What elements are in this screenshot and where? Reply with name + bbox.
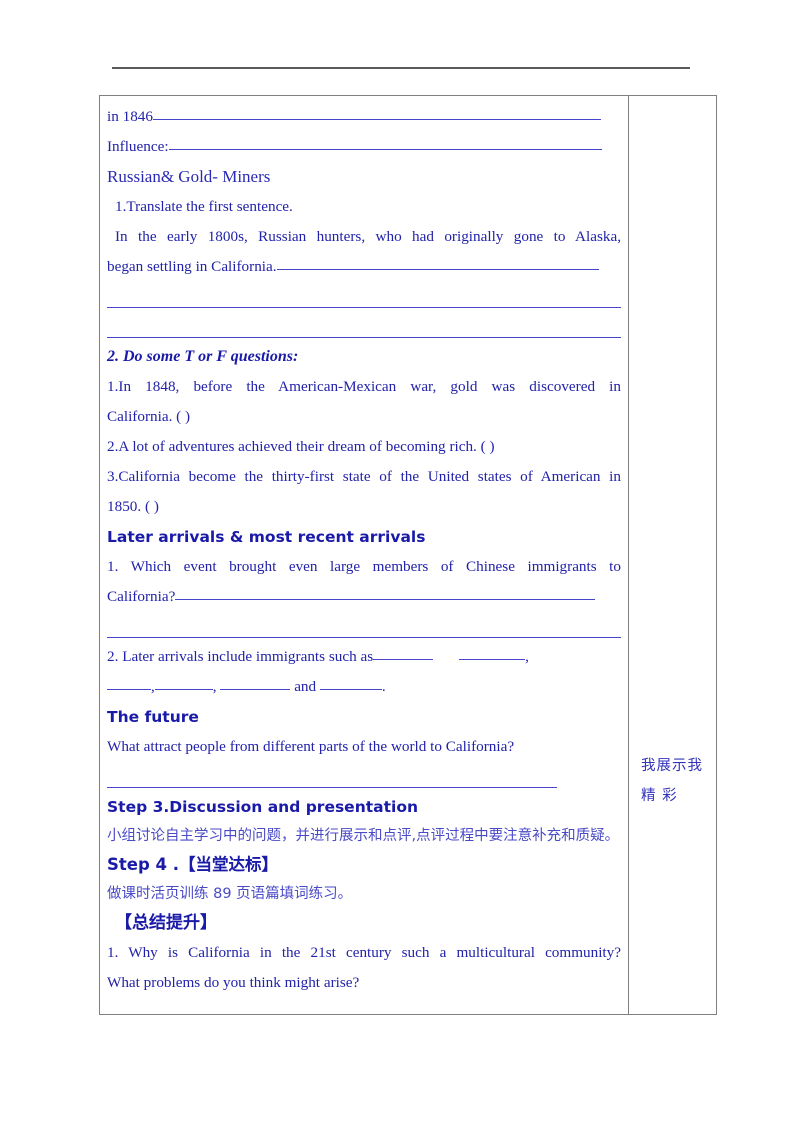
answer-rule[interactable] [107,312,621,342]
answer-blank[interactable] [319,675,382,690]
tf-question-2: 2.A lot of adventures achieved their dre… [107,438,495,455]
answer-blank[interactable] [276,255,599,270]
side-annotation-line-1: 我展示我 [641,758,703,774]
tf-question-1-line-1: 1.In 1848, before the American-Mexican w… [107,378,621,395]
answer-blank[interactable] [459,645,526,660]
answer-rule[interactable] [107,612,621,642]
side-annotation-cell: 我展示我 精 彩 [628,95,717,1015]
answer-rule[interactable] [107,762,557,792]
section-heading-later-arrivals: Later arrivals & most recent arrivals [107,528,426,546]
worksheet-table: in 1846 Influence: Russian& Gold- Miners… [99,95,717,1015]
answer-blank[interactable] [153,105,601,120]
field-influence-label: Influence: [107,138,169,155]
arrivals-question-2-conjunction: and [294,678,317,695]
step-3-chinese-text: 小组讨论自主学习中的问题，并进行展示和点评,点评过程中要注意补充和质疑。 [107,828,620,844]
section-heading-the-future: The future [107,708,199,726]
header-rule [112,67,690,69]
main-content-cell: in 1846 Influence: Russian& Gold- Miners… [99,95,629,1015]
answer-blank[interactable] [154,675,213,690]
section-heading-step-4: Step 4 .【当堂达标】 [107,855,279,874]
arrivals-question-1-line-1: 1. Which event brought even large member… [107,558,621,575]
section-heading-tf-questions: 2. Do some T or F questions: [107,348,299,365]
tf-question-3-line-2: 1850. ( ) [107,498,159,515]
section-heading-russian-gold-miners: Russian& Gold- Miners [107,167,271,186]
answer-blank[interactable] [168,135,602,150]
future-question: What attract people from different parts… [107,738,515,755]
field-influence: Influence: [107,132,621,162]
arrivals-question-2-text: 2. Later arrivals include immigrants suc… [107,648,374,665]
step-4-chinese-text: 做课时活页训练 89 页语篇填词练习。 [107,886,353,902]
arrivals-question-1-line-2: California? [107,582,621,612]
tf-question-3-line-1: 3.California become the thirty-first sta… [107,468,621,485]
field-in-1846: in 1846 [107,102,621,132]
task-translate-label: 1.Translate the first sentence. [115,198,293,215]
side-annotation-text: 我展示我 精 彩 [641,751,711,811]
arrivals-question-2-line-2: ,, and . [107,672,621,702]
summary-question-2: What problems do you think might arise? [107,974,360,991]
arrivals-question-1-text: California? [107,588,176,605]
answer-blank[interactable] [373,645,434,660]
answer-blank[interactable] [175,585,596,600]
section-heading-step-3: Step 3.Discussion and presentation [107,798,419,816]
side-annotation-line-2: 精 彩 [641,788,678,804]
answer-blank[interactable] [220,675,291,690]
sentence-line-2: began settling in California. [107,252,621,282]
section-heading-summary: 【总结提升】 [115,913,217,933]
sentence-line-2-text: began settling in California. [107,258,277,275]
answer-blank[interactable] [107,675,151,690]
summary-question-1: 1. Why is California in the 21st century… [107,944,621,961]
sentence-line-1: In the early 1800s, Russian hunters, who… [115,228,621,245]
field-in-1846-label: in 1846 [107,108,153,125]
arrivals-question-2-line-1: 2. Later arrivals include immigrants suc… [107,642,621,672]
tf-question-1-line-2: California. ( ) [107,408,191,425]
answer-rule[interactable] [107,282,621,312]
